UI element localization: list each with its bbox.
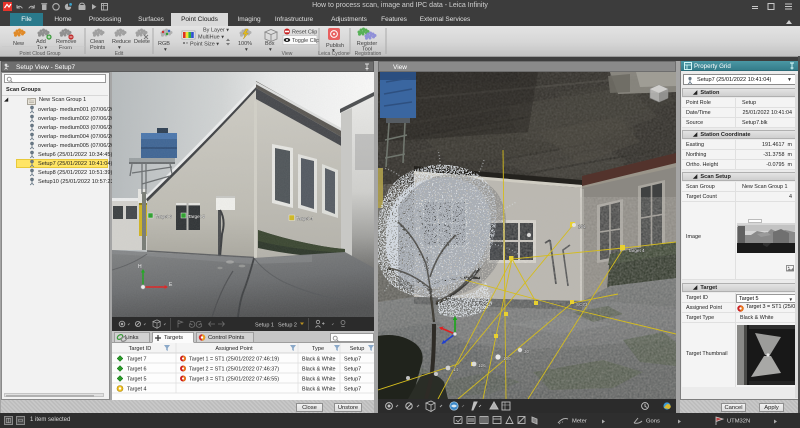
svg-text:Target ID: Target ID (129, 346, 152, 352)
svg-text:Setup7: Setup7 (344, 377, 361, 383)
svg-text:Target 3 = ST1 (25/01/2022 07:: Target 3 = ST1 (25/01/2022 07:46:55) (189, 377, 279, 383)
svg-text:126: 126 (478, 363, 486, 368)
svg-text:Reset Clip: Reset Clip (292, 30, 317, 36)
svg-text:Black & White: Black & White (302, 387, 336, 393)
svg-text:Target 4: Target 4 (127, 387, 146, 393)
svg-text:Target 7: Target 7 (127, 357, 146, 363)
svg-text:Type: Type (312, 346, 324, 352)
svg-text:Edit: Edit (115, 51, 124, 57)
svg-text:Point Size ▾: Point Size ▾ (190, 42, 219, 48)
svg-text:Black & White: Black & White (302, 357, 336, 363)
svg-text:Leica Cyclone: Leica Cyclone (318, 51, 350, 57)
svg-text:Black & White: Black & White (302, 377, 336, 383)
svg-text:30: 30 (524, 349, 530, 354)
svg-text:UTM32N: UTM32N (727, 419, 750, 425)
svg-text:▾: ▾ (245, 47, 248, 53)
svg-text:Target 1 = ST1 (25/01/2022 07:: Target 1 = ST1 (25/01/2022 07:46:19) (189, 357, 279, 363)
svg-text:Gons: Gons (646, 419, 660, 425)
svg-text:Points: Points (90, 45, 106, 51)
svg-text:Black & White: Black & White (302, 367, 336, 373)
svg-text:From: From (59, 45, 72, 51)
svg-text:Target 2 = ST1 (25/01/2022 07:: Target 2 = ST1 (25/01/2022 07:46:37) (189, 367, 279, 373)
svg-text:By Layer ▾: By Layer ▾ (203, 28, 229, 34)
svg-text:▾: ▾ (164, 47, 167, 53)
svg-text:Registration: Registration (355, 51, 382, 57)
svg-text:100: 100 (503, 356, 511, 361)
svg-text:Setup 1: Setup 1 (255, 323, 274, 329)
svg-text:Setup7: Setup7 (344, 367, 361, 373)
svg-text:14: 14 (453, 367, 459, 372)
svg-text:151: 151 (578, 224, 586, 229)
svg-text:H: H (450, 311, 453, 316)
svg-text:Toggle Clip: Toggle Clip (292, 38, 319, 44)
svg-text:New: New (13, 41, 24, 47)
svg-text:Point Cloud Group: Point Cloud Group (19, 51, 60, 57)
svg-text:Target 5: Target 5 (127, 377, 146, 383)
svg-text:Setup7: Setup7 (344, 357, 361, 363)
svg-text:Reduce: Reduce (112, 39, 131, 45)
svg-text:▾: ▾ (269, 47, 272, 53)
svg-text:Target 6: Target 6 (127, 367, 146, 373)
svg-text:View: View (282, 51, 293, 57)
svg-text:Delete: Delete (134, 39, 150, 45)
svg-text:SC73: SC73 (576, 302, 588, 307)
svg-text:Setup: Setup (350, 346, 365, 352)
svg-text:Meter: Meter (572, 419, 587, 425)
svg-text:Publish: Publish (326, 43, 344, 49)
svg-text:MultiHue ▾: MultiHue ▾ (198, 35, 224, 41)
svg-text:Setup7: Setup7 (344, 387, 361, 393)
svg-text:Setup 2: Setup 2 (278, 323, 297, 329)
svg-text:Target 4: Target 4 (628, 248, 645, 253)
svg-text:Assigned Point: Assigned Point (215, 346, 253, 352)
